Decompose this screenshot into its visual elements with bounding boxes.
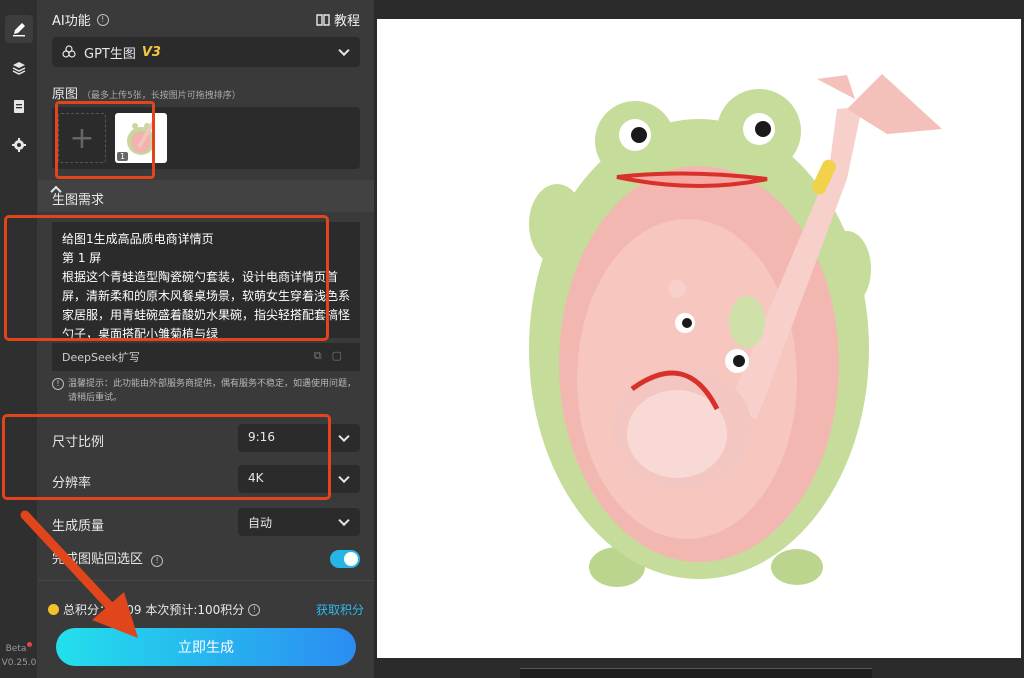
product-canvas[interactable] xyxy=(377,19,1021,658)
gear-icon xyxy=(12,138,26,152)
model-version: V3 xyxy=(141,44,161,60)
version-info: Beta V0.25.0 xyxy=(0,642,38,670)
paste-back-label: 完成图贴回选区 xyxy=(52,552,144,567)
points-text: 总积分：6009 本次预计:100积分 xyxy=(63,603,245,617)
highlight-box-thumbnail xyxy=(55,101,155,179)
chevron-down-icon xyxy=(338,44,350,57)
quality-value: 自动 xyxy=(248,516,273,530)
book-icon xyxy=(316,13,330,26)
layers-icon xyxy=(12,62,26,75)
pencil-icon xyxy=(13,23,25,37)
edit-tool-button[interactable] xyxy=(5,15,33,43)
generate-button[interactable]: 立即生成 xyxy=(56,628,356,666)
deepseek-label: DeepSeek扩写 xyxy=(62,351,140,364)
model-select[interactable]: GPT生图 V3 xyxy=(52,37,360,67)
deepseek-expand-button[interactable]: DeepSeek扩写 ⧉▢ xyxy=(52,343,360,371)
quality-label: 生成质量 xyxy=(52,519,105,534)
original-label-text: 原图 xyxy=(52,87,79,102)
divider xyxy=(38,580,374,581)
paste-back-toggle[interactable] xyxy=(330,550,360,568)
tutorial-link[interactable]: 教程 xyxy=(316,10,360,29)
chevron-down-icon xyxy=(338,471,350,484)
clipboard-icon xyxy=(14,100,24,113)
version-label: V0.25.0 xyxy=(1,658,37,668)
beta-dot-icon xyxy=(27,642,33,647)
chevron-down-icon xyxy=(338,514,350,527)
canvas-scrollbar[interactable] xyxy=(520,668,872,678)
settings-tool-button[interactable] xyxy=(5,131,33,159)
prompt-action-icons[interactable]: ⧉▢ xyxy=(314,349,352,363)
chevron-down-icon xyxy=(338,430,350,443)
app-window: Beta V0.25.0 AI功能 ! 教程 GPT生图 V3 原图 （最多上传5… xyxy=(0,0,1024,678)
info-icon[interactable]: ! xyxy=(96,13,109,26)
coin-icon xyxy=(48,604,59,615)
quality-select[interactable]: 自动 xyxy=(238,508,360,536)
info-icon[interactable]: ! xyxy=(248,603,261,616)
paste-back-row: 完成图贴回选区 ! xyxy=(52,548,360,572)
points-info: 总积分：6009 本次预计:100积分 ! xyxy=(48,601,261,618)
service-notice: ! 温馨提示：此功能由外部服务商提供，偶有服务不稳定，如遇使用问题，请稍后重试。 xyxy=(52,377,360,405)
highlight-box-prompt xyxy=(4,215,329,341)
save-tool-button[interactable] xyxy=(5,92,33,120)
ai-header: AI功能 ! xyxy=(52,10,109,29)
beta-label: Beta xyxy=(5,644,27,654)
layers-tool-button[interactable] xyxy=(5,54,33,82)
tutorial-label: 教程 xyxy=(333,14,360,29)
ai-title: AI功能 xyxy=(52,14,91,29)
gpt-logo-icon xyxy=(62,45,76,58)
frog-bowl-image xyxy=(529,74,942,587)
get-points-link[interactable]: 获取积分 xyxy=(316,601,364,618)
quality-row: 生成质量 自动 xyxy=(52,508,360,538)
model-name: GPT生图 xyxy=(84,46,136,62)
info-icon: ! xyxy=(52,378,64,390)
original-image-label: 原图 （最多上传5张，长按图片可拖拽排序） xyxy=(52,83,241,102)
gen-requirements-header[interactable]: 生图需求 xyxy=(38,180,374,212)
notice-text: 温馨提示：此功能由外部服务商提供，偶有服务不稳定，如遇使用问题，请稍后重试。 xyxy=(68,379,357,403)
info-icon[interactable]: ! xyxy=(151,554,164,567)
highlight-box-settings xyxy=(2,414,331,500)
original-hint: （最多上传5张，长按图片可拖拽排序） xyxy=(82,91,241,101)
